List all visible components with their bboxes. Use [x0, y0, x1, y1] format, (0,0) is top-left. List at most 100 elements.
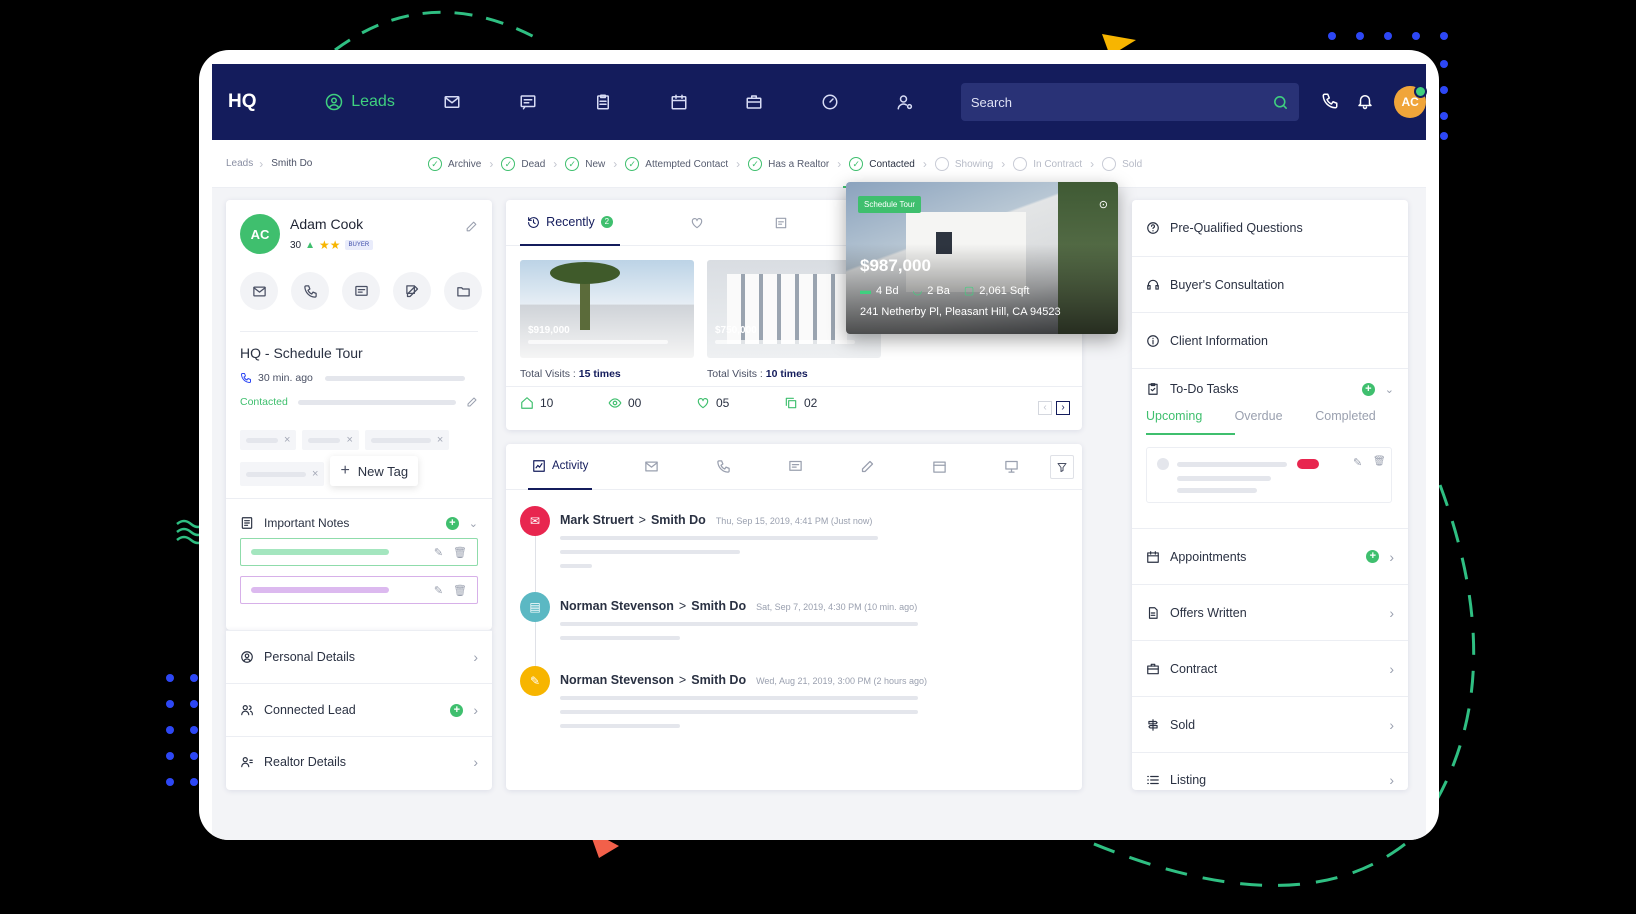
note-action-button[interactable]	[393, 272, 431, 310]
heart-icon[interactable]	[690, 216, 704, 230]
close-icon[interactable]: ×	[346, 434, 352, 446]
nav-users[interactable]	[867, 64, 942, 140]
activity-to[interactable]: Smith Do	[651, 513, 706, 527]
note-item[interactable]: ✎ 🗑	[240, 576, 478, 604]
featured-property-card[interactable]: Schedule Tour ⊙ $987,000 ▬ 4 Bd ◡ 2 Ba ▢ 2,…	[846, 182, 1118, 334]
note-icon[interactable]	[860, 459, 875, 474]
call-action-button[interactable]	[291, 272, 329, 310]
connected-lead-row[interactable]: Connected Lead + ›	[226, 683, 492, 736]
tag-chip[interactable]: ×	[240, 462, 325, 486]
add-connected-lead-button[interactable]: +	[450, 703, 464, 717]
search-input[interactable]	[970, 94, 1251, 110]
activity-to[interactable]: Smith Do	[691, 599, 746, 613]
activity-item[interactable]: ▤ Norman Stevenson > Smith Do Sat, Sep 7, 20…	[520, 592, 1060, 672]
tab-recently[interactable]: Recently 2	[520, 200, 620, 246]
placeholder-bar	[560, 622, 918, 626]
email-action-button[interactable]	[240, 272, 278, 310]
prev-page-button[interactable]: ‹	[1038, 401, 1052, 415]
nav-mail[interactable]	[415, 64, 490, 140]
bell-icon[interactable]	[1356, 92, 1376, 112]
nav-leads[interactable]: Leads	[305, 64, 414, 140]
more-options-icon[interactable]: ⊙	[1099, 198, 1108, 211]
contract-row[interactable]: Contract ›	[1132, 640, 1408, 696]
realtor-details-row[interactable]: Realtor Details ›	[226, 736, 492, 786]
activity-item[interactable]: ✎ Norman Stevenson > Smith Do Wed, Aug 21, 2…	[520, 666, 1060, 746]
buyers-consultation-row[interactable]: Buyer's Consultation	[1132, 256, 1408, 312]
tag-chip[interactable]: ×	[240, 430, 297, 450]
trash-icon[interactable]: 🗑	[1373, 456, 1386, 467]
sold-row[interactable]: Sold ›	[1132, 696, 1408, 752]
avatar[interactable]: AC	[1394, 85, 1427, 118]
nav-dashboard[interactable]	[792, 64, 867, 140]
edit-icon[interactable]	[465, 220, 478, 233]
task-checkbox[interactable]	[1157, 458, 1169, 470]
edit-icon[interactable]	[466, 396, 478, 408]
appointments-row[interactable]: Appointments + ›	[1132, 528, 1408, 584]
activity-type-icon: ✉	[520, 506, 550, 536]
briefcase-icon	[745, 93, 763, 111]
presentation-icon[interactable]	[1004, 459, 1019, 474]
add-task-button[interactable]: +	[1361, 382, 1375, 396]
tag-chip[interactable]: ×	[364, 430, 450, 450]
client-information-row[interactable]: Client Information	[1132, 312, 1408, 368]
tab-activity[interactable]: Activity	[528, 444, 593, 490]
phone-icon[interactable]	[1321, 92, 1341, 112]
tag-chip[interactable]: ×	[302, 430, 359, 450]
mail-icon[interactable]	[644, 459, 659, 474]
edit-icon[interactable]: ✎	[434, 584, 443, 597]
task-item[interactable]: ✎ 🗑	[1146, 447, 1392, 503]
nav-messages[interactable]	[490, 64, 565, 140]
stage-contacted[interactable]: ✓ Contacted	[843, 140, 921, 188]
property-thumbnail[interactable]: $919,000	[520, 260, 694, 358]
close-icon[interactable]: ×	[312, 468, 318, 480]
new-tag-button[interactable]: + New Tag	[330, 456, 419, 486]
activity-to[interactable]: Smith Do	[691, 673, 746, 687]
note-item[interactable]: ✎ 🗑	[240, 538, 478, 566]
tab-overdue[interactable]: Overdue	[1235, 409, 1316, 435]
calendar-icon[interactable]	[932, 459, 947, 474]
stage-new[interactable]: ✓ New	[559, 140, 611, 188]
chevron-down-icon[interactable]: ⌄	[469, 517, 478, 530]
edit-icon[interactable]: ✎	[1353, 456, 1362, 469]
tab-upcoming[interactable]: Upcoming	[1146, 409, 1235, 435]
activity-from[interactable]: Mark Struert	[560, 513, 634, 527]
stage-archive[interactable]: ✓ Archive	[422, 140, 487, 188]
stage-has-a-realtor[interactable]: ✓ Has a Realtor	[742, 140, 835, 188]
listing-row[interactable]: Listing ›	[1132, 752, 1408, 806]
close-icon[interactable]: ×	[437, 434, 443, 446]
edit-icon[interactable]: ✎	[434, 546, 443, 559]
activity-item[interactable]: ✉ Mark Struert > Smith Do Thu, Sep 15, 2019,…	[520, 506, 1060, 586]
personal-details-row[interactable]: Personal Details ›	[226, 630, 492, 683]
breadcrumb-root[interactable]: Leads	[226, 158, 253, 169]
phone-icon[interactable]	[716, 459, 731, 474]
add-note-button[interactable]: +	[445, 516, 459, 530]
schedule-tour-badge[interactable]: Schedule Tour	[858, 196, 921, 213]
chat-icon[interactable]	[788, 459, 803, 474]
activity-time: Wed, Aug 21, 2019, 3:00 PM (2 hours ago)	[756, 676, 928, 686]
activity-from[interactable]: Norman Stevenson	[560, 599, 674, 613]
nav-tasks[interactable]	[566, 64, 641, 140]
add-appointment-button[interactable]: +	[1366, 550, 1380, 563]
stage-attempted-contact[interactable]: ✓ Attempted Contact	[619, 140, 734, 188]
search-box[interactable]	[960, 83, 1299, 121]
trash-icon[interactable]: 🗑	[453, 584, 467, 597]
stage-sold[interactable]: Sold	[1096, 140, 1148, 188]
activity-from[interactable]: Norman Stevenson	[560, 673, 674, 687]
pre-qualified-row[interactable]: Pre-Qualified Questions	[1132, 200, 1408, 256]
saved-list-icon[interactable]	[774, 216, 788, 230]
next-page-button[interactable]: ›	[1056, 401, 1070, 415]
stage-dead[interactable]: ✓ Dead	[495, 140, 551, 188]
message-action-button[interactable]	[342, 272, 380, 310]
chevron-down-icon[interactable]: ⌄	[1385, 383, 1394, 396]
stage-in-contract[interactable]: In Contract	[1007, 140, 1088, 188]
tab-completed[interactable]: Completed	[1315, 409, 1394, 435]
trash-icon[interactable]: 🗑	[453, 546, 467, 559]
close-icon[interactable]: ×	[284, 434, 290, 446]
filter-button[interactable]	[1050, 455, 1074, 479]
nav-briefcase[interactable]	[716, 64, 791, 140]
stage-showing[interactable]: Showing	[929, 140, 999, 188]
search-icon[interactable]	[1272, 94, 1289, 111]
folder-action-button[interactable]	[444, 272, 482, 310]
offers-written-row[interactable]: Offers Written ›	[1132, 584, 1408, 640]
nav-calendar[interactable]	[641, 64, 716, 140]
